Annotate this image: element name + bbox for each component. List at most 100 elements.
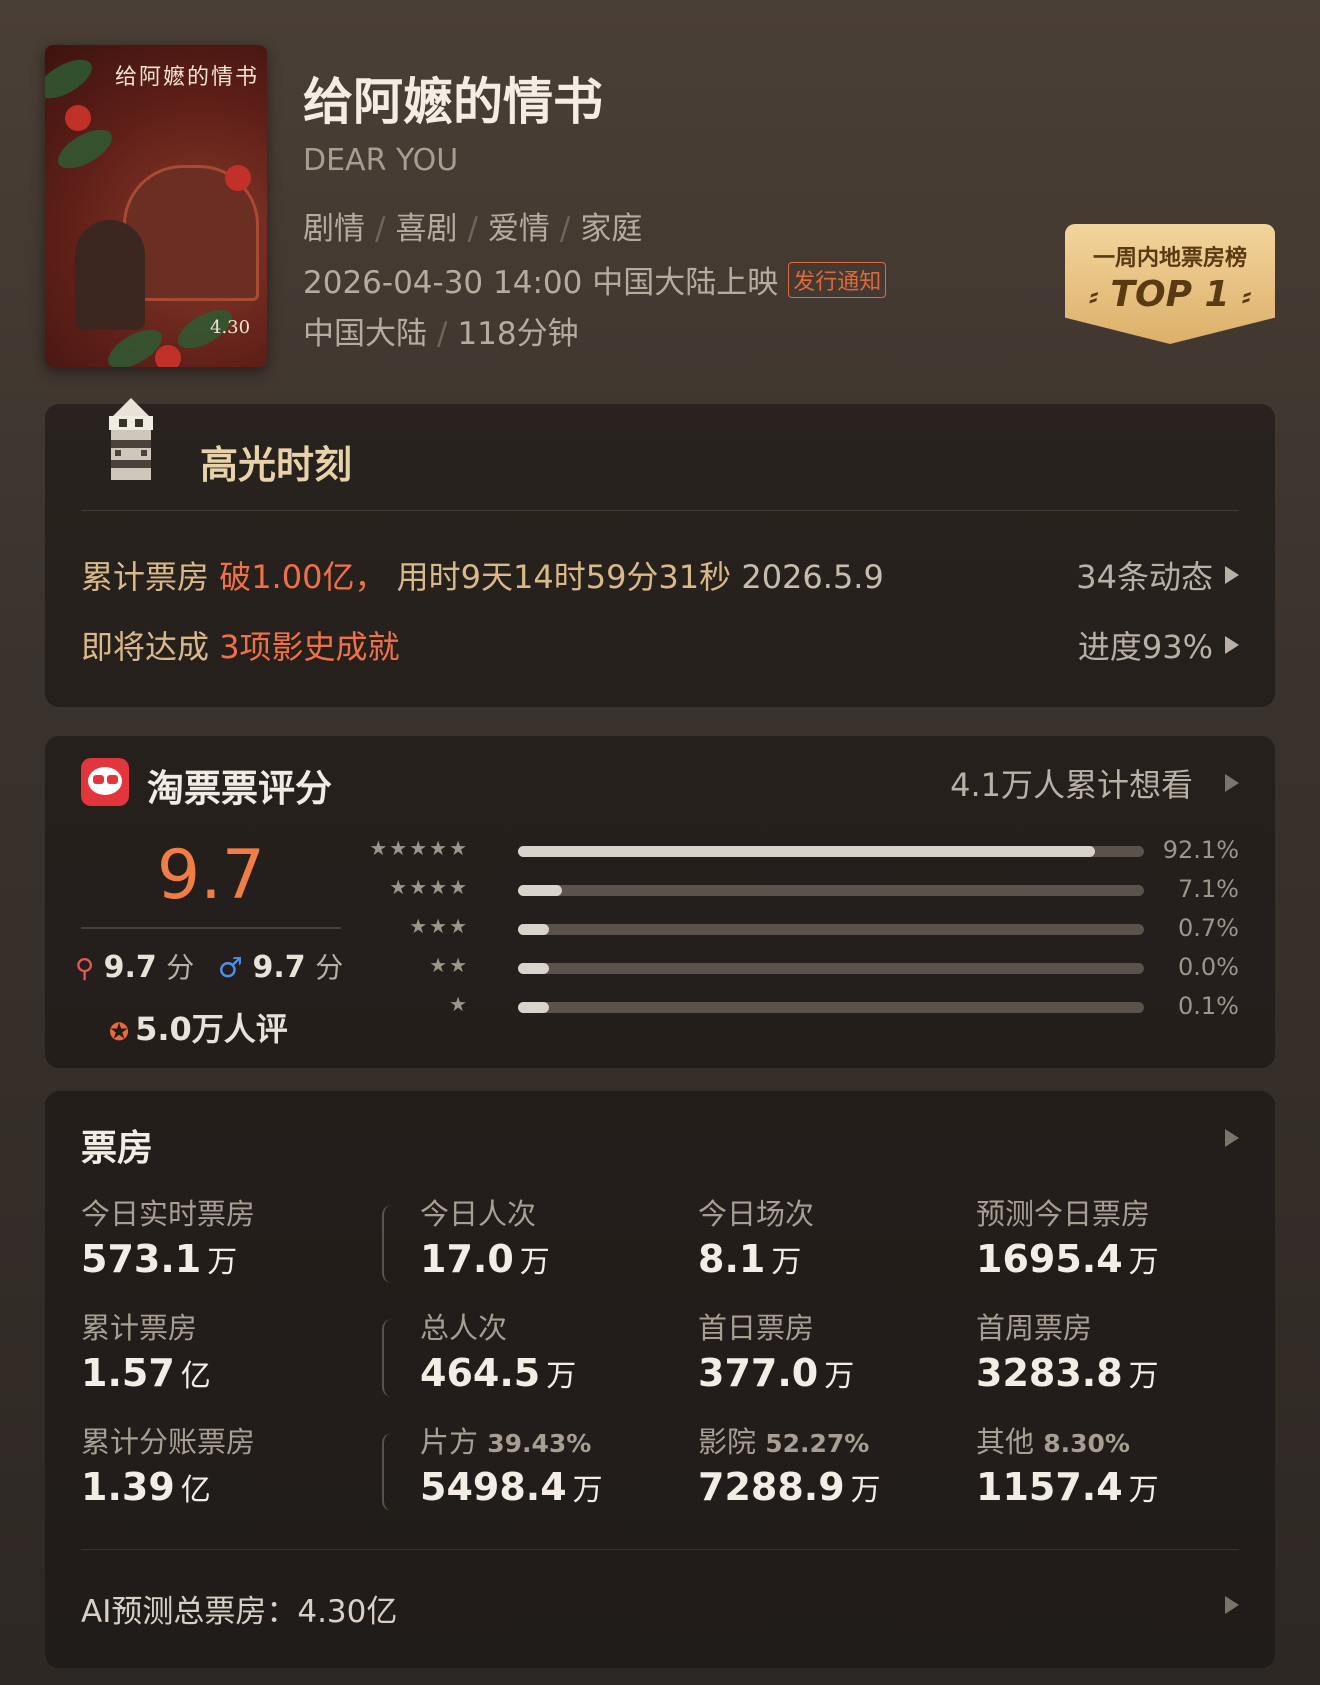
poster-leaf-decoration xyxy=(45,51,98,107)
arrow-right-icon xyxy=(1225,774,1239,792)
stat-number: 1695.4 xyxy=(976,1237,1123,1281)
highlight-text: 累计票房 破1.00亿， 用时9天14时59分31秒 2026.5.9 xyxy=(81,552,884,598)
rating-bar-fill xyxy=(518,963,550,974)
movie-poster[interactable]: 给阿嬷的情书 4.30 xyxy=(45,45,267,367)
laurel-right-icon: ⸗ xyxy=(1242,281,1251,312)
rating-score: 9.7 xyxy=(156,836,266,915)
stat-split-other: 其他 8.30% 1157.4 万 xyxy=(976,1419,1159,1509)
stat-label: 总人次 xyxy=(420,1311,508,1345)
poster-art-figure xyxy=(75,220,145,330)
rating-bar-track xyxy=(518,924,1144,935)
genre-tag: 喜剧 xyxy=(395,211,458,247)
rating-bar-fill xyxy=(518,924,550,935)
stat-unit: 万 xyxy=(546,1359,577,1394)
genre-tag: 剧情 xyxy=(303,211,365,247)
stat-number: 377.0 xyxy=(698,1351,819,1395)
stat-value: 7288.9 万 xyxy=(698,1465,881,1509)
highlight-date: 2026.5.9 xyxy=(741,558,884,596)
highlight-prefix: 累计票房 xyxy=(81,558,220,596)
stat-split-producer: 片方 39.43% 5498.4 万 xyxy=(420,1419,603,1509)
star-rating-icon: ★★★★ xyxy=(389,875,469,899)
duration-text: 118分钟 xyxy=(457,316,579,352)
rating-distribution-row: ★★★ 0.7% xyxy=(345,914,1239,944)
stat-total-boxoffice: 累计票房 1.57 亿 xyxy=(81,1305,211,1395)
rating-percent: 92.1% xyxy=(1162,836,1239,864)
genre-separator: / xyxy=(559,211,571,247)
rating-bar-track xyxy=(518,963,1144,974)
score-divider xyxy=(81,927,341,929)
stat-today-forecast: 预测今日票房 1695.4 万 xyxy=(976,1191,1159,1281)
rater-count-text: 5.0万人评 xyxy=(135,1010,288,1048)
rating-distribution-row: ★ 0.1% xyxy=(345,992,1239,1022)
genre-list: 剧情 / 喜剧 / 爱情 / 家庭 xyxy=(303,203,642,248)
logo-glass xyxy=(93,775,104,784)
ai-prediction-arrow-icon[interactable] xyxy=(1225,1596,1239,1614)
star-rating-icon: ★★★ xyxy=(409,914,469,938)
weekly-rank-badge[interactable]: 一周内地票房榜 ⸗ TOP 1 ⸗ xyxy=(1065,224,1275,344)
want-to-see-link[interactable]: 4.1万人累计想看 xyxy=(950,760,1239,806)
stat-split-total: 累计分账票房 1.39 亿 xyxy=(81,1419,255,1509)
stat-value: 1.39 亿 xyxy=(81,1465,255,1509)
highlight-mid: 用时9天14时59分31秒 xyxy=(386,558,742,596)
stat-label: 累计票房 xyxy=(81,1311,198,1345)
stat-label: 首日票房 xyxy=(698,1311,815,1345)
stat-number: 1157.4 xyxy=(976,1465,1123,1509)
release-datetime: 2026-04-30 14:00 中国大陆上映 xyxy=(303,265,779,301)
highlights-divider xyxy=(81,510,1239,511)
stat-unit: 亿 xyxy=(180,1473,211,1508)
stat-today-realtime: 今日实时票房 573.1 万 xyxy=(81,1191,255,1281)
stat-label: 影院 52.27% xyxy=(698,1419,881,1461)
highlight-progress: 进度93% xyxy=(1077,628,1213,666)
stat-label-text: 其他 xyxy=(976,1425,1035,1459)
movie-title: 给阿嬷的情书 xyxy=(303,73,603,131)
male-score: 9.7 xyxy=(252,950,306,985)
highlights-card: 高光时刻 累计票房 破1.00亿， 用时9天14时59分31秒 2026.5.9… xyxy=(45,398,1275,707)
stat-unit: 万 xyxy=(519,1245,550,1280)
stat-label: 片方 39.43% xyxy=(420,1419,603,1461)
lighthouse-film-icon xyxy=(109,398,153,480)
laurel-left-icon: ⸗ xyxy=(1089,281,1098,312)
stat-unit: 万 xyxy=(824,1359,855,1394)
column-bracket xyxy=(382,1433,394,1511)
stat-first-week: 首周票房 3283.8 万 xyxy=(976,1305,1159,1395)
release-notice-badge[interactable]: 发行通知 xyxy=(788,261,887,298)
highlight-hot: 破1.00亿， xyxy=(219,558,387,596)
stat-value: 1.57 亿 xyxy=(81,1351,211,1395)
rating-bar-fill xyxy=(518,885,563,896)
stat-total-admissions: 总人次 464.5 万 xyxy=(420,1305,576,1395)
highlight-row-boxoffice[interactable]: 累计票房 破1.00亿， 用时9天14时59分31秒 2026.5.9 34条动… xyxy=(81,552,1239,598)
highlights-title: 高光时刻 xyxy=(200,443,353,487)
star-rating-icon: ★★★★★ xyxy=(369,836,469,860)
stat-value: 573.1 万 xyxy=(81,1237,255,1281)
stat-today-screenings: 今日场次 8.1 万 xyxy=(698,1191,814,1281)
region-separator: / xyxy=(437,316,448,352)
stat-unit: 万 xyxy=(771,1245,802,1280)
highlight-row-achievements[interactable]: 即将达成 3项影史成就 进度93% xyxy=(81,622,1239,668)
stat-unit: 万 xyxy=(1128,1245,1159,1280)
want-to-see-count: 4.1万人累计想看 xyxy=(950,766,1193,804)
stat-unit: 万 xyxy=(207,1245,238,1280)
rating-bar-track xyxy=(518,885,1144,896)
highlight-progress-link[interactable]: 进度93% xyxy=(1078,622,1239,668)
box-office-more-arrow-icon[interactable] xyxy=(1225,1129,1239,1147)
release-info: 2026-04-30 14:00 中国大陆上映 发行通知 xyxy=(303,257,887,302)
stat-label-text: 影院 xyxy=(698,1425,757,1459)
stat-label: 首周票房 xyxy=(976,1311,1093,1345)
rater-count: ✪ 5.0万人评 xyxy=(109,1004,288,1050)
highlight-updates-link[interactable]: 34条动态 xyxy=(1076,552,1239,598)
rank-badge-label: 一周内地票房榜 xyxy=(1092,246,1247,271)
stat-label: 今日人次 xyxy=(420,1197,537,1231)
stat-number: 5498.4 xyxy=(420,1465,567,1509)
box-office-card: 票房 今日实时票房 573.1 万 今日人次 17.0 万 今日场次 8.1 万 预测… xyxy=(45,1091,1275,1668)
stat-number: 1.39 xyxy=(81,1465,175,1509)
arrow-right-icon xyxy=(1225,636,1239,654)
poster-title-text: 给阿嬷的情书 xyxy=(115,65,260,90)
female-icon: ⚲ xyxy=(75,954,95,984)
stat-label: 预测今日票房 xyxy=(976,1197,1151,1231)
stat-number: 17.0 xyxy=(420,1237,514,1281)
star-badge-icon: ✪ xyxy=(109,1018,130,1046)
ai-prediction-text[interactable]: AI预测总票房：4.30亿 xyxy=(81,1586,397,1631)
rating-bar-track xyxy=(518,846,1144,857)
movie-english-title: DEAR YOU xyxy=(303,143,459,178)
stat-number: 573.1 xyxy=(81,1237,202,1281)
